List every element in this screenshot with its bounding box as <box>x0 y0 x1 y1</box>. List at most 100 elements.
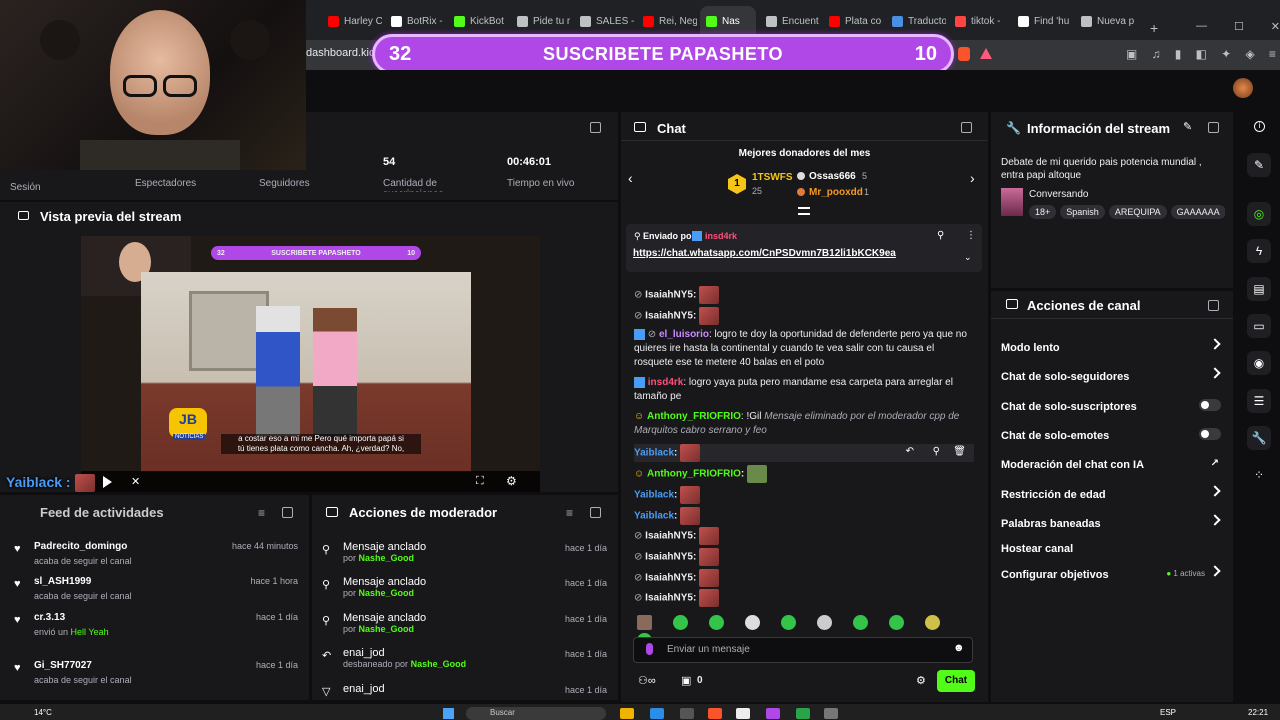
mic-icon[interactable] <box>646 643 653 655</box>
mod-popout-icon[interactable] <box>590 507 601 518</box>
feed-popout-icon[interactable] <box>282 507 293 518</box>
emoji-icon[interactable]: ☻ <box>953 642 965 654</box>
tag-pill[interactable]: GAAAAAA <box>1170 205 1225 219</box>
tag-pill[interactable]: AREQUIPA <box>1108 205 1167 219</box>
explorer-icon[interactable] <box>620 708 634 719</box>
browser-tab[interactable]: Find 'hu <box>1012 6 1072 36</box>
fullscreen-icon[interactable]: ⛶ <box>476 475 484 488</box>
app-icon[interactable] <box>766 708 780 719</box>
emote-icon[interactable] <box>853 615 868 630</box>
filter-icon[interactable]: ≡ <box>258 506 265 520</box>
pinned-expand-icon[interactable]: ⌄ <box>964 252 972 263</box>
sidebar-icon[interactable]: ▣ <box>1126 47 1137 61</box>
setting-emotes-only[interactable]: Chat de solo-emotes <box>1001 428 1223 442</box>
store-icon[interactable] <box>680 708 694 719</box>
donor-1-name[interactable]: 1TSWFS <box>752 172 793 183</box>
taskbar-search[interactable] <box>466 707 606 720</box>
pin-message-icon[interactable]: ⚲ <box>933 445 940 459</box>
ai-icon[interactable]: ✦ <box>1221 47 1231 61</box>
settings-icon[interactable]: ⚙ <box>506 474 517 488</box>
clock[interactable]: 22:21 <box>1248 708 1268 717</box>
send-chat-button[interactable]: Chat <box>937 670 975 692</box>
emote-icon[interactable] <box>889 615 904 630</box>
mod-action-row[interactable]: enai_jod desbaneado por Nashe_Good hace 1 … <box>343 647 607 669</box>
chat-message[interactable]: ☺ Anthony_FRIOFRIO: <box>634 465 974 483</box>
info-popout-icon[interactable] <box>1208 122 1219 133</box>
chat-settings-icon[interactable]: ⚙ <box>916 674 926 687</box>
chat-message[interactable]: ⊘ IsaiahNY5: <box>634 569 974 587</box>
browser-tab[interactable]: Encuent <box>760 6 820 36</box>
browser-tab[interactable]: KickBot <box>448 6 508 36</box>
mute-icon[interactable]: ✕ <box>131 475 140 488</box>
category-name[interactable]: Conversando <box>1029 189 1088 200</box>
unpin-icon[interactable]: ⚲ <box>937 230 944 241</box>
play-icon[interactable] <box>103 476 112 488</box>
media-icon[interactable]: ♫ <box>1152 47 1161 61</box>
info-icon[interactable]: i <box>1254 121 1265 132</box>
mod-action-row[interactable]: Mensaje anclado por Nashe_Good hace 1 día <box>343 576 607 598</box>
stream-preview-video[interactable]: 32 SUSCRIBETE PAPASHETO 10 JB NOTICIAS a… <box>81 236 540 492</box>
browser-tab[interactable]: tiktok - <box>949 6 1009 36</box>
brave-icon[interactable] <box>708 708 722 719</box>
window-controls[interactable]: — ☐ ✕ <box>1196 20 1280 33</box>
rail-document-icon[interactable]: ▤ <box>1247 277 1271 301</box>
user-avatar[interactable] <box>1233 78 1253 98</box>
emote-icon[interactable] <box>637 615 652 630</box>
setting-ai-moderation[interactable]: Moderación del chat con IA ↗ <box>1001 458 1223 471</box>
reading-list-icon[interactable]: ▮ <box>1175 47 1182 61</box>
browser-tab[interactable]: Harley C <box>322 6 382 36</box>
mod-action-row[interactable]: Mensaje anclado por Nashe_Good hace 1 día <box>343 612 607 634</box>
chat-message[interactable]: ⊘ IsaiahNY5: <box>634 527 974 545</box>
setting-slow-mode[interactable]: Modo lento <box>1001 338 1223 354</box>
chat-message[interactable]: ⊘ IsaiahNY5: <box>634 286 974 304</box>
donor-2-name[interactable]: Ossas666 <box>809 171 856 182</box>
pinned-menu-icon[interactable]: ⋮ <box>966 230 976 241</box>
category-thumbnail[interactable] <box>1001 188 1023 216</box>
donors-next-button[interactable]: › <box>970 170 975 186</box>
chat-message[interactable]: insd4rk: logro yaya puta pero mandame es… <box>634 376 974 404</box>
mod-action-row[interactable]: enai_jod hace 1 día <box>343 683 607 695</box>
app-icon[interactable] <box>736 708 750 719</box>
brave-shield-icon[interactable] <box>958 47 970 61</box>
chat-popout-icon[interactable] <box>961 122 972 133</box>
feed-user[interactable]: cr.3.13 <box>34 612 65 623</box>
minimize-button[interactable]: — <box>1196 20 1207 33</box>
setting-age-restriction[interactable]: Restricción de edad <box>1001 485 1223 501</box>
actions-popout-icon[interactable] <box>1208 300 1219 311</box>
browser-tab[interactable]: Rei, Neg <box>637 6 697 36</box>
emote-icon[interactable] <box>673 615 688 630</box>
wallet-icon[interactable]: ◧ <box>1196 47 1207 61</box>
app-icon[interactable] <box>796 708 810 719</box>
undo-icon[interactable]: ↶ <box>906 445 914 459</box>
emote-icon[interactable] <box>925 615 940 630</box>
maximize-button[interactable]: ☐ <box>1234 20 1244 33</box>
setting-banned-words[interactable]: Palabras baneadas <box>1001 514 1223 530</box>
rail-broadcast-icon[interactable]: ◉ <box>1247 351 1271 375</box>
feed-user[interactable]: sl_ASH1999 <box>34 576 91 587</box>
emote-quickbar[interactable] <box>637 615 977 648</box>
pinned-link[interactable]: https://chat.whatsapp.com/CnPSDvmn7B12li… <box>633 248 896 259</box>
setting-goals[interactable]: Configurar objetivos ● 1 activas <box>1001 565 1223 581</box>
chat-message-hovered[interactable]: Yaiblack: ↶ ⚲ 🗑 <box>634 444 974 462</box>
popout-icon[interactable] <box>590 122 601 133</box>
browser-tab[interactable]: BotRix - <box>385 6 445 36</box>
taskbar-search-label[interactable]: Buscar <box>490 708 515 717</box>
tag-pill[interactable]: Spanish <box>1060 205 1105 219</box>
setting-subscribers-only[interactable]: Chat de solo-suscriptores <box>1001 399 1223 413</box>
app-icon[interactable] <box>824 708 838 719</box>
browser-tab[interactable]: SALES - <box>574 6 634 36</box>
new-tab-button[interactable]: + <box>1150 20 1158 36</box>
chat-message[interactable]: ⊘ IsaiahNY5: <box>634 589 974 607</box>
pinned-user[interactable]: insd4rk <box>705 231 737 241</box>
chat-message[interactable]: ⊘ el_luisorio: logro te doy la oportunid… <box>634 328 974 370</box>
chat-input-placeholder[interactable]: Enviar un mensaje <box>667 644 750 655</box>
browser-tab[interactable]: Plata co <box>823 6 883 36</box>
chat-message[interactable]: ⊘ IsaiahNY5: <box>634 548 974 566</box>
emote-icon[interactable] <box>817 615 832 630</box>
browser-tab[interactable]: Nas <box>700 6 756 36</box>
chat-message[interactable]: Yaiblack: <box>634 486 974 504</box>
browser-tab[interactable]: Pide tu r <box>511 6 571 36</box>
feed-user[interactable]: Gi_SH77027 <box>34 660 92 671</box>
edit-icon[interactable]: ✎ <box>1183 120 1192 133</box>
vpn-icon[interactable]: ◈ <box>1245 47 1254 61</box>
